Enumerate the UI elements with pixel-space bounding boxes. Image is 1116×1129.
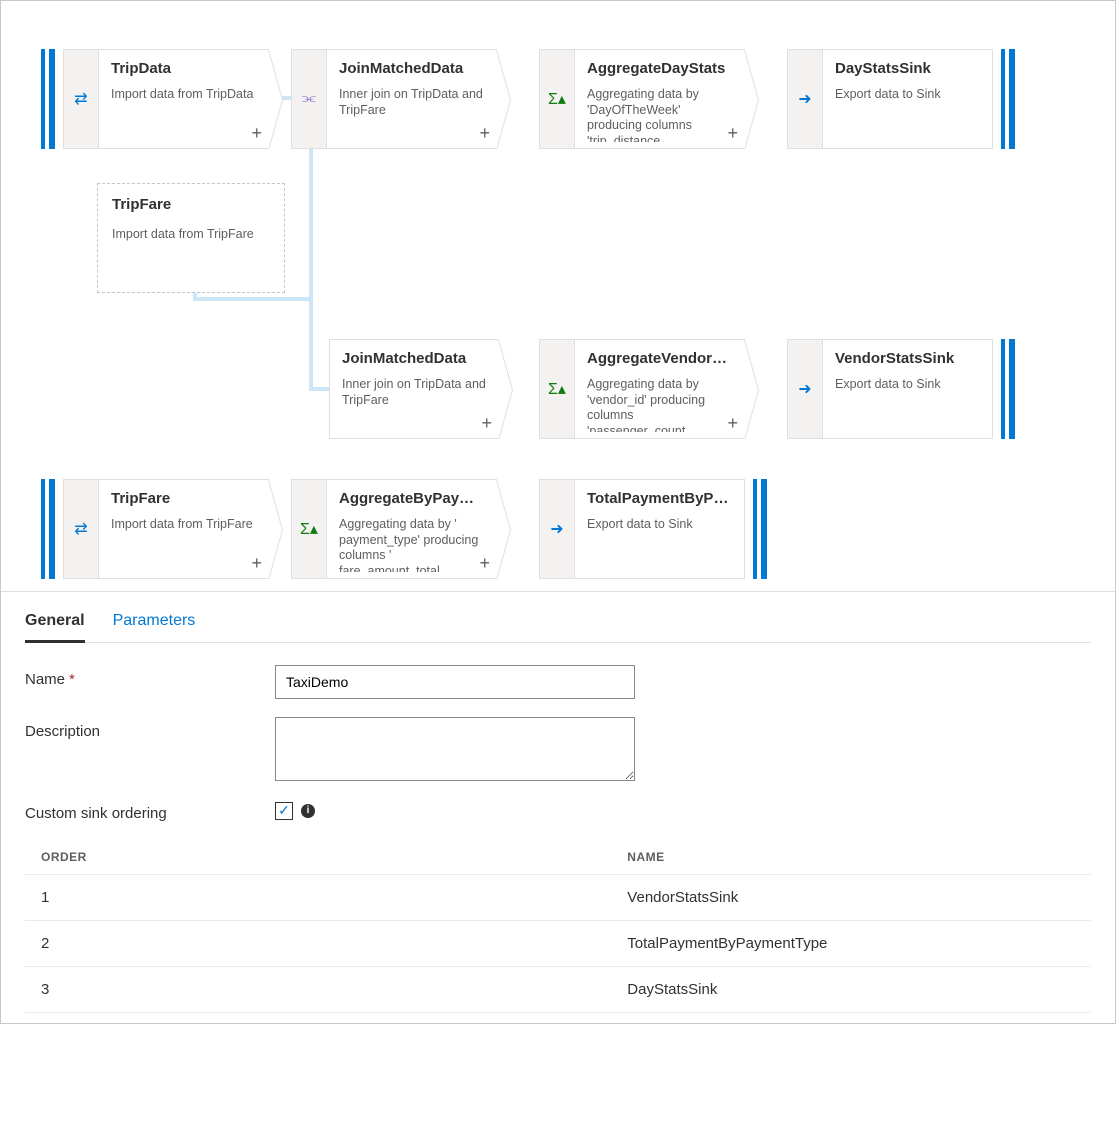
node-title: TotalPaymentByPa...: [587, 490, 732, 507]
name-label: Name*: [25, 665, 275, 688]
node-desc: Inner join on TripData and TripFare: [339, 87, 484, 142]
sink-icon: ➜: [787, 339, 823, 439]
node-tripfare-ghost[interactable]: TripFare Import data from TripFare: [97, 183, 285, 293]
properties-panel: General Parameters Name* Description Cus…: [1, 591, 1115, 1023]
tabs: General Parameters: [25, 608, 1091, 643]
node-aggday[interactable]: Σ▴ AggregateDayStats Aggregating data by…: [539, 49, 745, 149]
info-icon[interactable]: i: [301, 804, 315, 818]
add-step-button[interactable]: +: [481, 413, 492, 434]
node-title: TripFare: [111, 490, 256, 507]
source-icon: ⇄: [63, 49, 99, 149]
aggregate-icon: Σ▴: [539, 339, 575, 439]
name-input[interactable]: [275, 665, 635, 699]
node-desc: Export data to Sink: [587, 517, 732, 572]
node-daysink[interactable]: ➜ DayStatsSink Export data to Sink: [787, 49, 1015, 149]
tab-parameters[interactable]: Parameters: [113, 608, 196, 642]
node-title: TripData: [111, 60, 256, 77]
sink-icon: ➜: [787, 49, 823, 149]
node-desc: Import data from TripData: [111, 87, 256, 142]
aggregate-icon: Σ▴: [539, 49, 575, 149]
add-step-button[interactable]: +: [251, 123, 262, 144]
node-desc: Aggregating data by 'vendor_id' producin…: [587, 377, 732, 432]
node-desc: Export data to Sink: [835, 377, 980, 432]
node-desc: Inner join on TripData and TripFare: [342, 377, 486, 432]
node-title: AggregateVendorS...: [587, 350, 732, 367]
sink-icon: ➜: [539, 479, 575, 579]
stream-end-bars: [1001, 339, 1015, 439]
custom-sink-checkbox[interactable]: ✓: [275, 802, 293, 820]
connector: [309, 146, 313, 301]
node-vendsink[interactable]: ➜ VendorStatsSink Export data to Sink: [787, 339, 1015, 439]
node-aggvend[interactable]: Σ▴ AggregateVendorS... Aggregating data …: [539, 339, 745, 439]
table-row[interactable]: 3 DayStatsSink: [25, 967, 1091, 1013]
table-row[interactable]: 2 TotalPaymentByPaymentType: [25, 921, 1091, 967]
node-desc: Export data to Sink: [835, 87, 980, 142]
flow-canvas[interactable]: ⇄ TripData Import data from TripData + ⫘…: [1, 1, 1115, 591]
node-join1[interactable]: ⫘ JoinMatchedData Inner join on TripData…: [291, 49, 497, 149]
node-title: DayStatsSink: [835, 60, 980, 77]
aggregate-icon: Σ▴: [291, 479, 327, 579]
node-join2[interactable]: JoinMatchedData Inner join on TripData a…: [329, 339, 499, 439]
stream-end-bars: [753, 479, 767, 579]
add-step-button[interactable]: +: [727, 413, 738, 434]
node-tripfare[interactable]: ⇄ TripFare Import data from TripFare +: [41, 479, 269, 579]
add-step-button[interactable]: +: [727, 123, 738, 144]
stream-start-bars: [41, 49, 55, 149]
node-title: TripFare: [112, 196, 270, 213]
node-title: VendorStatsSink: [835, 350, 980, 367]
node-desc: Aggregating data by ' payment_type' prod…: [339, 517, 484, 572]
table-row[interactable]: 1 VendorStatsSink: [25, 875, 1091, 921]
node-title: AggregateDayStats: [587, 60, 732, 77]
description-label: Description: [25, 717, 275, 740]
node-title: JoinMatchedData: [339, 60, 484, 77]
stream-end-bars: [1001, 49, 1015, 149]
node-title: AggregateByPaym...: [339, 490, 484, 507]
node-title: JoinMatchedData: [342, 350, 486, 367]
node-desc: Import data from TripFare: [111, 517, 256, 572]
join-icon: ⫘: [291, 49, 327, 149]
description-input[interactable]: [275, 717, 635, 781]
custom-sink-label: Custom sink ordering: [25, 799, 275, 822]
node-paysink[interactable]: ➜ TotalPaymentByPa... Export data to Sin…: [539, 479, 767, 579]
sink-order-table: ORDER NAME 1 VendorStatsSink 2 TotalPaym…: [25, 840, 1091, 1013]
node-desc: Import data from TripFare: [112, 227, 270, 243]
connector: [309, 387, 329, 391]
node-desc: Aggregating data by 'DayOfTheWeek' produ…: [587, 87, 732, 142]
add-step-button[interactable]: +: [479, 553, 490, 574]
node-aggpay[interactable]: Σ▴ AggregateByPaym... Aggregating data b…: [291, 479, 497, 579]
connector: [309, 297, 313, 391]
dataflow-designer: ⇄ TripData Import data from TripData + ⫘…: [0, 0, 1116, 1024]
add-step-button[interactable]: +: [251, 553, 262, 574]
source-icon: ⇄: [63, 479, 99, 579]
col-name: NAME: [611, 840, 1091, 875]
node-tripdata[interactable]: ⇄ TripData Import data from TripData +: [41, 49, 269, 149]
add-step-button[interactable]: +: [479, 123, 490, 144]
connector: [193, 297, 313, 301]
col-order: ORDER: [25, 840, 611, 875]
tab-general[interactable]: General: [25, 608, 85, 643]
stream-start-bars: [41, 479, 55, 579]
